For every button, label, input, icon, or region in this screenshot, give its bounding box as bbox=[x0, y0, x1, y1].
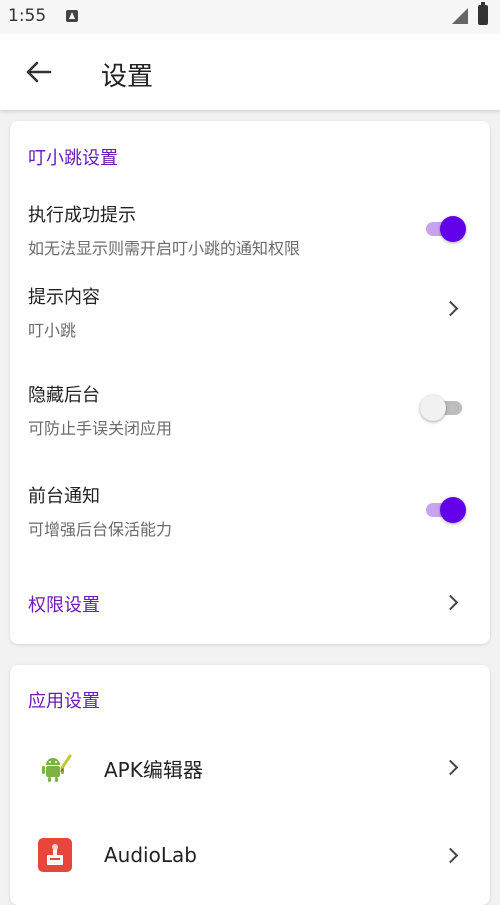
app-name: APK编辑器 bbox=[104, 758, 203, 782]
signal-icon bbox=[452, 8, 468, 24]
app-settings-card: 应用设置 APK编辑器 AudioLab bbox=[10, 665, 490, 905]
setting-title: 提示内容 bbox=[28, 287, 100, 308]
chevron-right-icon bbox=[442, 300, 459, 317]
setting-title: 执行成功提示 bbox=[28, 205, 136, 226]
audiolab-icon bbox=[38, 838, 72, 872]
app-name: AudioLab bbox=[104, 843, 197, 867]
chevron-right-icon bbox=[442, 594, 459, 611]
dingxiaotiao-settings-card: 叮小跳设置 执行成功提示 如无法显示则需开启叮小跳的通知权限 提示内容 叮小跳 … bbox=[10, 121, 490, 644]
app-bar: 设置 bbox=[0, 34, 500, 110]
android-edit-icon bbox=[42, 754, 72, 782]
setting-title: 隐藏后台 bbox=[28, 385, 100, 406]
setting-hide-background[interactable]: 隐藏后台 可防止手误关闭应用 bbox=[10, 371, 490, 443]
battery-icon bbox=[478, 2, 488, 25]
setting-subtitle: 可防止手误关闭应用 bbox=[28, 419, 173, 438]
setting-subtitle: 如无法显示则需开启叮小跳的通知权限 bbox=[28, 239, 301, 258]
chevron-right-icon bbox=[442, 847, 459, 864]
notification-a-icon bbox=[66, 10, 78, 22]
page-title: 设置 bbox=[101, 62, 154, 92]
setting-success-toast[interactable]: 执行成功提示 如无法显示则需开启叮小跳的通知权限 bbox=[10, 191, 490, 263]
setting-foreground-notification[interactable]: 前台通知 可增强后台保活能力 bbox=[10, 472, 490, 544]
back-arrow-icon bbox=[26, 61, 52, 83]
toggle-thumb bbox=[420, 395, 446, 421]
chevron-right-icon bbox=[442, 759, 459, 776]
app-item[interactable]: AudioLab bbox=[10, 825, 490, 885]
setting-title: 前台通知 bbox=[28, 486, 100, 507]
setting-toast-content[interactable]: 提示内容 叮小跳 bbox=[10, 273, 490, 345]
toggle-thumb bbox=[440, 216, 466, 242]
hide-background-toggle[interactable] bbox=[420, 392, 468, 424]
status-bar: 1:55 bbox=[0, 0, 500, 34]
section-title: 应用设置 bbox=[28, 691, 100, 712]
status-time: 1:55 bbox=[8, 6, 47, 26]
permission-settings-label: 权限设置 bbox=[28, 595, 100, 616]
toggle-thumb bbox=[440, 497, 466, 523]
back-button[interactable] bbox=[20, 54, 56, 90]
app-item[interactable]: APK编辑器 bbox=[10, 737, 490, 797]
setting-subtitle: 可增强后台保活能力 bbox=[28, 520, 173, 539]
success-toast-toggle[interactable] bbox=[420, 213, 468, 245]
permission-settings-link[interactable]: 权限设置 bbox=[10, 579, 490, 629]
section-title: 叮小跳设置 bbox=[28, 148, 118, 169]
setting-subtitle: 叮小跳 bbox=[28, 321, 77, 340]
foreground-notification-toggle[interactable] bbox=[420, 494, 468, 526]
